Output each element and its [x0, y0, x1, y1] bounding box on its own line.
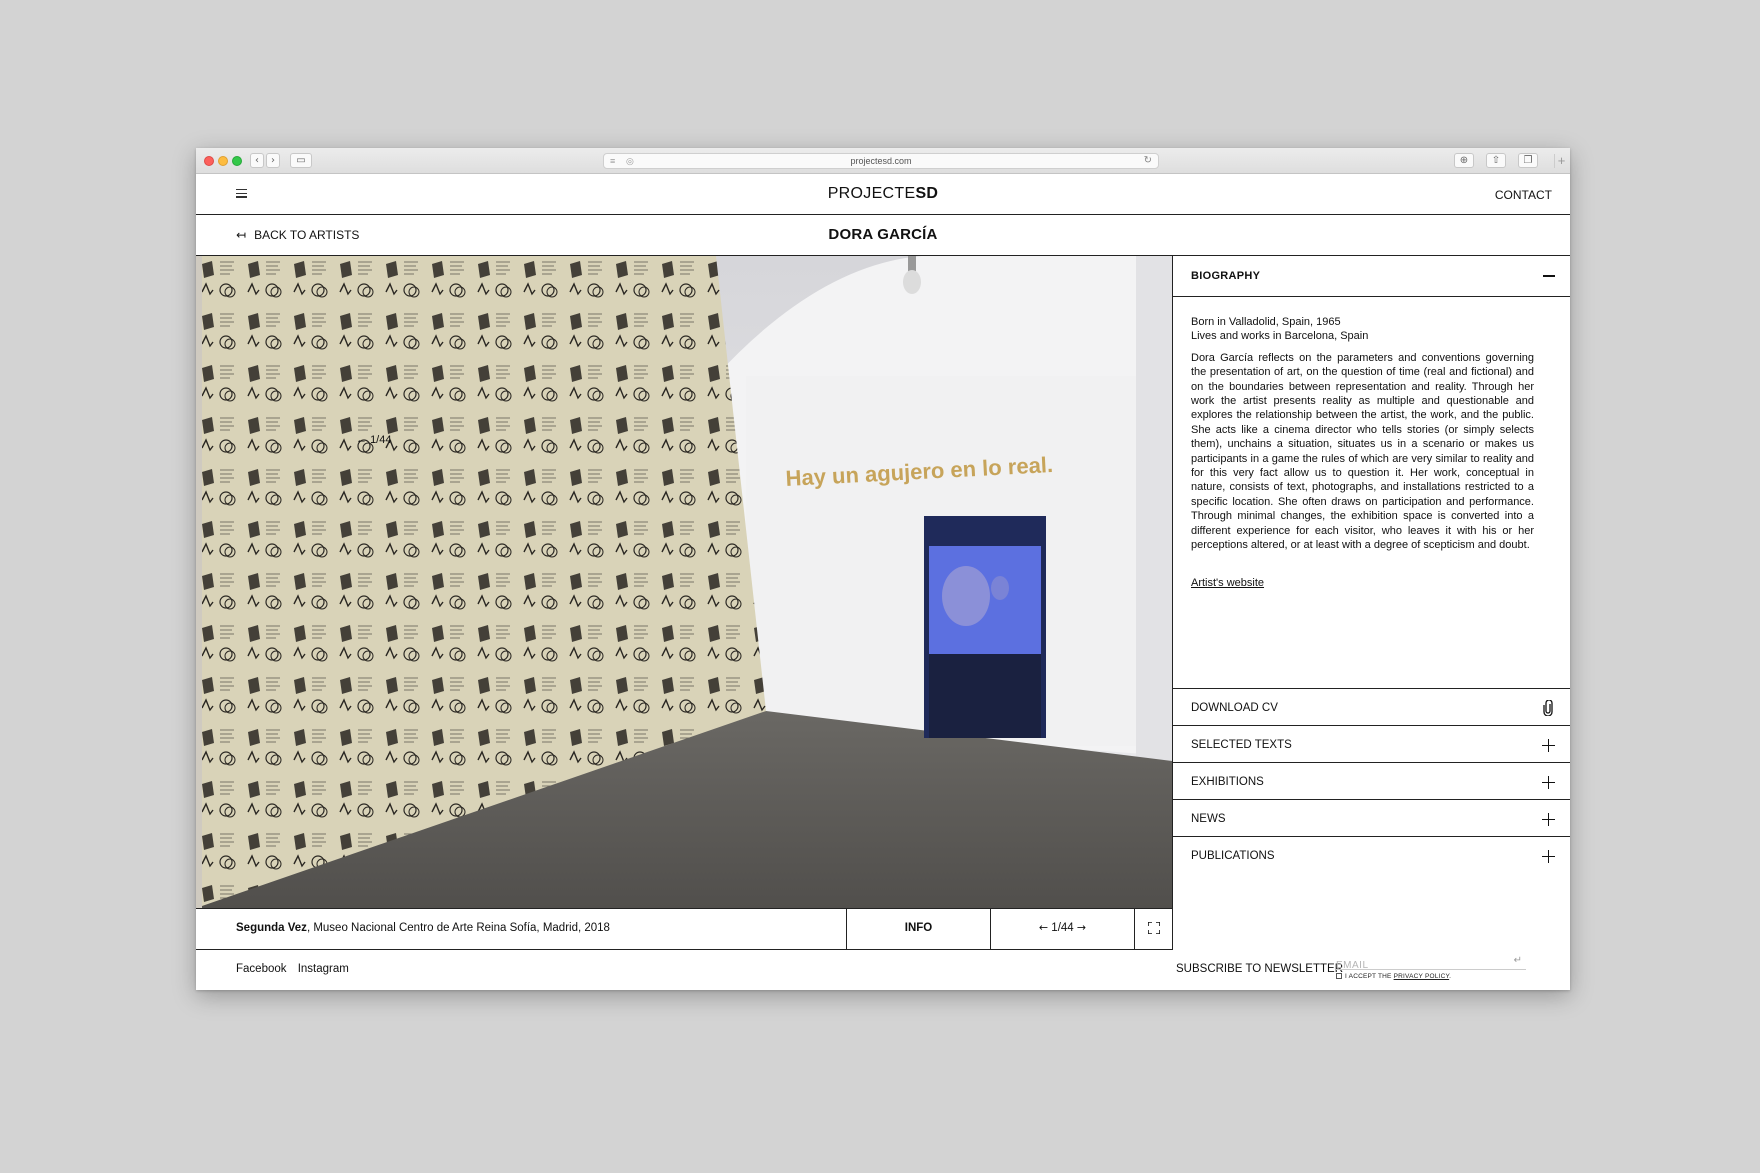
privacy-consent: I ACCEPT THE PRIVACY POLICY. — [1336, 973, 1451, 980]
overlay-counter-text: 1/44 — [370, 434, 392, 446]
logo-regular-text: PROJECTE — [827, 185, 916, 202]
reload-icon[interactable]: ↻ — [1144, 154, 1152, 168]
share-icon[interactable]: ⇧ — [1486, 153, 1506, 168]
email-field-wrapper: ↵ — [1336, 955, 1526, 973]
accordion-label: NEWS — [1191, 813, 1226, 825]
fullscreen-button[interactable] — [1134, 909, 1172, 949]
gallery-image[interactable]: Hay un agujero en lo real. ← 1/44 — [196, 256, 1172, 908]
accordion-selected-texts[interactable]: SELECTED TEXTS — [1173, 725, 1570, 767]
artist-sidebar: BIOGRAPHY Born in Valladolid, Spain, 196… — [1172, 256, 1570, 950]
biography-content: Born in Valladolid, Spain, 1965 Lives an… — [1191, 315, 1534, 590]
url-text: projectesd.com — [850, 156, 912, 166]
accordion-exhibitions[interactable]: EXHIBITIONS — [1173, 762, 1570, 804]
bio-born: Born in Valladolid, Spain, 1965 — [1191, 316, 1341, 328]
address-bar[interactable]: ≡ ◎ projectesd.com ↻ — [603, 153, 1159, 169]
browser-toolbar: ‹ › ▭ ≡ ◎ projectesd.com ↻ ⊕ ⇧ ❐ + — [196, 148, 1570, 174]
site-header: PROJECTESD CONTACT — [196, 174, 1570, 215]
privacy-checkbox[interactable] — [1336, 973, 1342, 979]
privacy-policy-link[interactable]: PRIVACY POLICY — [1394, 973, 1450, 980]
pager-counter: 1/44 — [1051, 922, 1074, 934]
site-logo[interactable]: PROJECTESD — [196, 185, 1570, 203]
zoom-window-button[interactable] — [232, 156, 242, 166]
exhibition-photo: Hay un agujero en lo real. — [196, 256, 1172, 908]
browser-window: ‹ › ▭ ≡ ◎ projectesd.com ↻ ⊕ ⇧ ❐ + PROJE… — [196, 148, 1570, 990]
minimize-window-button[interactable] — [218, 156, 228, 166]
paperclip-icon — [1543, 700, 1553, 716]
overlay-arrow-icon: ← — [356, 434, 371, 446]
accordion-label: DOWNLOAD CV — [1191, 702, 1278, 714]
close-window-button[interactable] — [204, 156, 214, 166]
accordion-publications[interactable]: PUBLICATIONS — [1173, 836, 1570, 878]
privacy-icon: ◎ — [626, 156, 634, 166]
fullscreen-icon — [1148, 922, 1160, 934]
artist-header: ↤ BACK TO ARTISTS DORA GARCÍA — [196, 215, 1570, 256]
accordion-label: PUBLICATIONS — [1191, 850, 1275, 862]
collapse-minus-icon[interactable] — [1543, 275, 1555, 277]
caption-title: Segunda Vez — [236, 922, 307, 934]
plus-icon — [1542, 739, 1555, 752]
accordion-label: EXHIBITIONS — [1191, 776, 1264, 788]
reader-icon[interactable]: ≡ — [610, 154, 615, 168]
submit-arrow-icon[interactable]: ↵ — [1514, 955, 1522, 966]
image-overlay-counter: ← 1/44 — [356, 434, 391, 446]
bio-lives: Lives and works in Barcelona, Spain — [1191, 330, 1369, 343]
forward-nav-button[interactable]: › — [266, 153, 280, 168]
caption-details: , Museo Nacional Centro de Arte Reina So… — [306, 922, 610, 934]
logo-bold-text: SD — [915, 185, 939, 202]
downloads-icon[interactable]: ⊕ — [1454, 153, 1474, 168]
back-nav-button[interactable]: ‹ — [250, 153, 264, 168]
biography-header[interactable]: BIOGRAPHY — [1173, 256, 1570, 297]
accordion-download-cv[interactable]: DOWNLOAD CV — [1173, 688, 1570, 730]
plus-icon — [1542, 776, 1555, 789]
accordion-news[interactable]: NEWS — [1173, 799, 1570, 841]
info-button[interactable]: INFO — [846, 909, 990, 949]
facebook-link[interactable]: Facebook — [236, 963, 287, 975]
accordion-label: SELECTED TEXTS — [1191, 739, 1292, 751]
bio-text: Dora García reflects on the parameters a… — [1191, 351, 1534, 552]
policy-prefix: I ACCEPT THE — [1345, 973, 1394, 980]
instagram-link[interactable]: Instagram — [298, 963, 349, 975]
social-links: Facebook Instagram — [236, 963, 357, 975]
plus-icon — [1542, 813, 1555, 826]
prev-image-button[interactable]: ← — [1039, 921, 1048, 934]
tabs-icon[interactable]: ❐ — [1518, 153, 1538, 168]
plus-icon — [1542, 850, 1555, 863]
artist-website-link[interactable]: Artist's website — [1191, 576, 1264, 590]
next-image-button[interactable]: → — [1077, 921, 1086, 934]
sidebar-toggle-icon[interactable]: ▭ — [290, 153, 312, 168]
image-caption: Segunda Vez, Museo Nacional Centro de Ar… — [236, 922, 610, 934]
newsletter-label: SUBSCRIBE TO NEWSLETTER — [1176, 963, 1343, 975]
biography-title: BIOGRAPHY — [1191, 270, 1261, 282]
email-input[interactable] — [1336, 958, 1506, 973]
image-caption-bar: Segunda Vez, Museo Nacional Centro de Ar… — [196, 908, 1172, 950]
policy-suffix: . — [1449, 973, 1452, 980]
contact-link[interactable]: CONTACT — [1495, 188, 1552, 202]
image-pager: ← 1/44 → — [990, 909, 1134, 949]
site-footer: Facebook Instagram SUBSCRIBE TO NEWSLETT… — [196, 950, 1570, 990]
new-tab-icon[interactable]: + — [1554, 154, 1568, 168]
artist-name: DORA GARCÍA — [828, 226, 938, 243]
